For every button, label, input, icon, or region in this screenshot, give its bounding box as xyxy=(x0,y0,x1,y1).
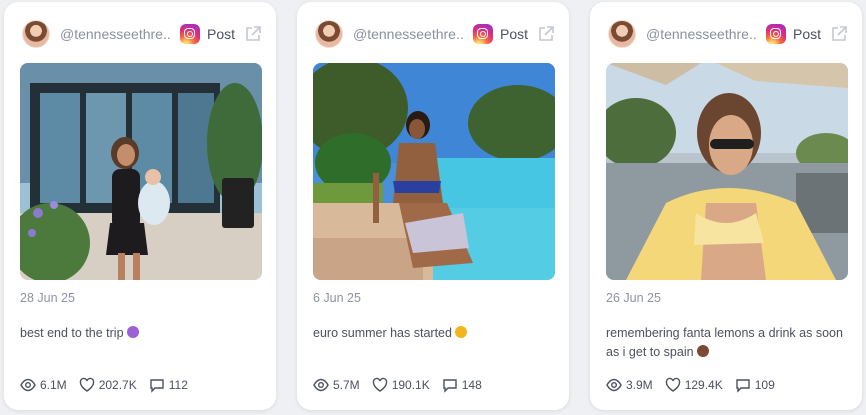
heart-icon xyxy=(665,377,680,392)
account-handle[interactable]: @tennesseethre... xyxy=(646,26,756,42)
comments-count: 148 xyxy=(461,378,482,392)
external-link-icon[interactable] xyxy=(537,25,555,43)
post-card[interactable]: @tennesseethre... Post 26 Jun 25 remembe… xyxy=(590,2,862,410)
instagram-icon xyxy=(180,24,200,44)
views-stat: 6.1M xyxy=(20,377,67,393)
views-count: 5.7M xyxy=(333,378,360,392)
eye-icon xyxy=(606,378,622,392)
caption-text: remembering fanta lemons a drink as soon… xyxy=(606,326,843,359)
post-card[interactable]: @tennesseethre... Post 6 Jun 25 euro sum… xyxy=(297,2,569,410)
post-type-label: Post xyxy=(207,26,236,42)
comment-icon xyxy=(443,379,457,393)
caption-text: euro summer has started xyxy=(313,326,452,340)
account-handle[interactable]: @tennesseethre... xyxy=(60,26,170,42)
card-header: @tennesseethre... Post xyxy=(315,20,555,48)
purple-heart-face-emoji-icon xyxy=(126,326,139,338)
brown-heart-emoji-icon xyxy=(696,345,709,357)
avatar[interactable] xyxy=(315,20,343,48)
post-type-label: Post xyxy=(500,26,529,42)
views-count: 6.1M xyxy=(40,378,67,392)
post-image[interactable] xyxy=(606,63,848,280)
views-stat: 3.9M xyxy=(606,377,653,393)
post-card[interactable]: @tennesseethre... Post 28 Jun 25 best en… xyxy=(4,2,276,410)
avatar[interactable] xyxy=(22,20,50,48)
comments-count: 109 xyxy=(754,378,775,392)
likes-count: 190.1K xyxy=(391,378,430,392)
likes-count: 202.7K xyxy=(98,378,137,392)
card-header: @tennesseethre... Post xyxy=(22,20,262,48)
post-image[interactable] xyxy=(20,63,262,280)
post-date: 26 Jun 25 xyxy=(606,291,661,305)
likes-stat: 190.1K xyxy=(372,377,430,393)
post-stats: 5.7M 190.1K 148 xyxy=(313,377,494,393)
post-date: 6 Jun 25 xyxy=(313,291,361,305)
views-stat: 5.7M xyxy=(313,377,360,393)
comments-stat: 109 xyxy=(735,377,775,393)
likes-stat: 129.4K xyxy=(665,377,723,393)
likes-count: 129.4K xyxy=(684,378,723,392)
post-date: 28 Jun 25 xyxy=(20,291,75,305)
eye-icon xyxy=(313,378,329,392)
comment-icon xyxy=(736,379,750,393)
external-link-icon[interactable] xyxy=(244,25,262,43)
likes-stat: 202.7K xyxy=(79,377,137,393)
post-caption: remembering fanta lemons a drink as soon… xyxy=(606,324,848,362)
post-type-label: Post xyxy=(793,26,822,42)
comments-count: 112 xyxy=(168,378,188,392)
sun-emoji-icon xyxy=(454,326,467,338)
external-link-icon[interactable] xyxy=(830,25,848,43)
views-count: 3.9M xyxy=(626,378,653,392)
heart-icon xyxy=(79,377,94,392)
instagram-icon xyxy=(766,24,786,44)
account-handle[interactable]: @tennesseethre... xyxy=(353,26,463,42)
caption-text: best end to the trip xyxy=(20,326,124,340)
eye-icon xyxy=(20,378,36,392)
post-image[interactable] xyxy=(313,63,555,280)
avatar[interactable] xyxy=(608,20,636,48)
comment-icon xyxy=(150,379,164,393)
post-caption: best end to the trip xyxy=(20,324,262,343)
post-stats: 3.9M 129.4K 109 xyxy=(606,377,787,393)
post-stats: 6.1M 202.7K 112 xyxy=(20,377,200,393)
heart-icon xyxy=(372,377,387,392)
comments-stat: 112 xyxy=(149,377,188,393)
card-header: @tennesseethre... Post xyxy=(608,20,848,48)
comments-stat: 148 xyxy=(442,377,482,393)
instagram-icon xyxy=(473,24,493,44)
post-caption: euro summer has started xyxy=(313,324,555,343)
